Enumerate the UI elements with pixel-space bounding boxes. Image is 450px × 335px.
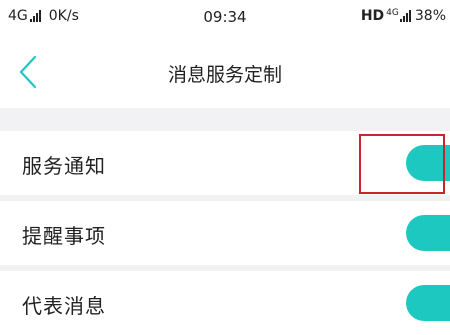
setting-label: 代表消息 <box>22 294 106 318</box>
signal-icon <box>399 10 411 22</box>
reminders-toggle[interactable] <box>406 215 450 251</box>
battery-level: 38% <box>414 8 446 24</box>
nav-bar: 消息服务定制 <box>0 36 450 108</box>
setting-label: 提醒事项 <box>22 224 106 248</box>
setting-row-reminders: 提醒事项 <box>0 201 450 265</box>
hd-badge: HD <box>360 8 385 24</box>
status-right: HD 4G 38% <box>361 8 446 24</box>
setting-row-pending-messages: 代表消息 <box>0 271 450 335</box>
setting-label: 服务通知 <box>22 154 106 178</box>
network-type-right: 4G <box>386 8 399 18</box>
highlight-box <box>359 134 445 194</box>
status-bar: 4G 0K/s 09:34 HD 4G 38% <box>0 0 450 36</box>
page-title: 消息服务定制 <box>167 64 282 86</box>
pending-messages-toggle[interactable] <box>406 285 450 321</box>
